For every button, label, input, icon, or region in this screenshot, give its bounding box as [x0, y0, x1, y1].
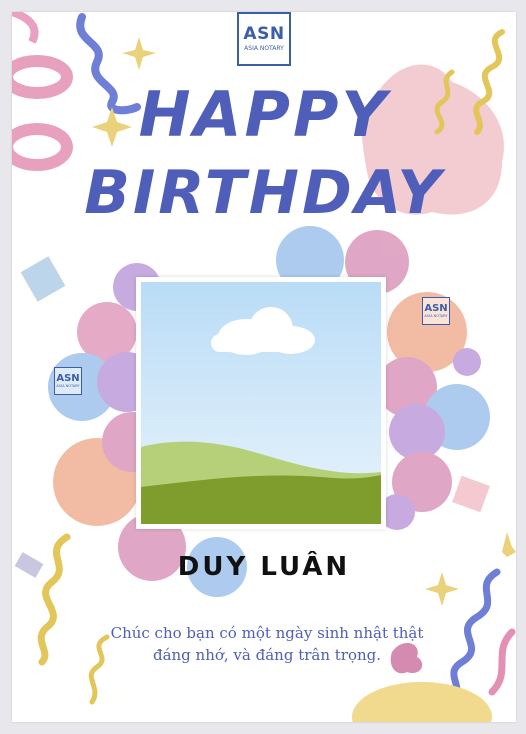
pink-streamer-icon — [488, 628, 516, 696]
photo-frame[interactable] — [136, 277, 386, 529]
title-line-1: HAPPY — [138, 78, 390, 151]
yellow-ball-icon — [352, 682, 492, 722]
balloon-icon — [389, 404, 445, 460]
confetti-icon — [452, 475, 490, 513]
balloon-icon — [453, 348, 481, 376]
star-icon — [122, 37, 156, 70]
confetti-icon — [20, 256, 66, 302]
photo-placeholder-icon — [141, 282, 381, 524]
balloon-logo-left: ASN ASIA NOTARY — [54, 367, 82, 395]
title-line-2: BIRTHDAY — [84, 158, 444, 228]
balloon-logo-subtitle: ASIA NOTARY — [424, 314, 448, 318]
balloon-logo-text: ASN — [56, 373, 80, 384]
pink-streamer-icon — [12, 12, 39, 44]
birthday-card: ASN ASIA NOTARY ASN ASIA NOTARY ASN ASIA… — [12, 12, 516, 722]
landscape-image — [141, 282, 381, 524]
blue-streamer-icon — [448, 568, 501, 706]
balloon-logo-text: ASN — [424, 303, 448, 314]
recipient-name: DUY LUÂN — [177, 552, 351, 582]
brand-logo-text: ASN — [243, 24, 285, 44]
birthday-message: Chúc cho bạn có một ngày sinh nhật thật … — [110, 624, 424, 664]
balloon-logo-right: ASN ASIA NOTARY — [422, 297, 450, 325]
balloon-logo-subtitle: ASIA NOTARY — [56, 384, 80, 388]
brand-logo-subtitle: ASIA NOTARY — [244, 45, 284, 52]
brand-logo: ASN ASIA NOTARY — [237, 12, 291, 66]
